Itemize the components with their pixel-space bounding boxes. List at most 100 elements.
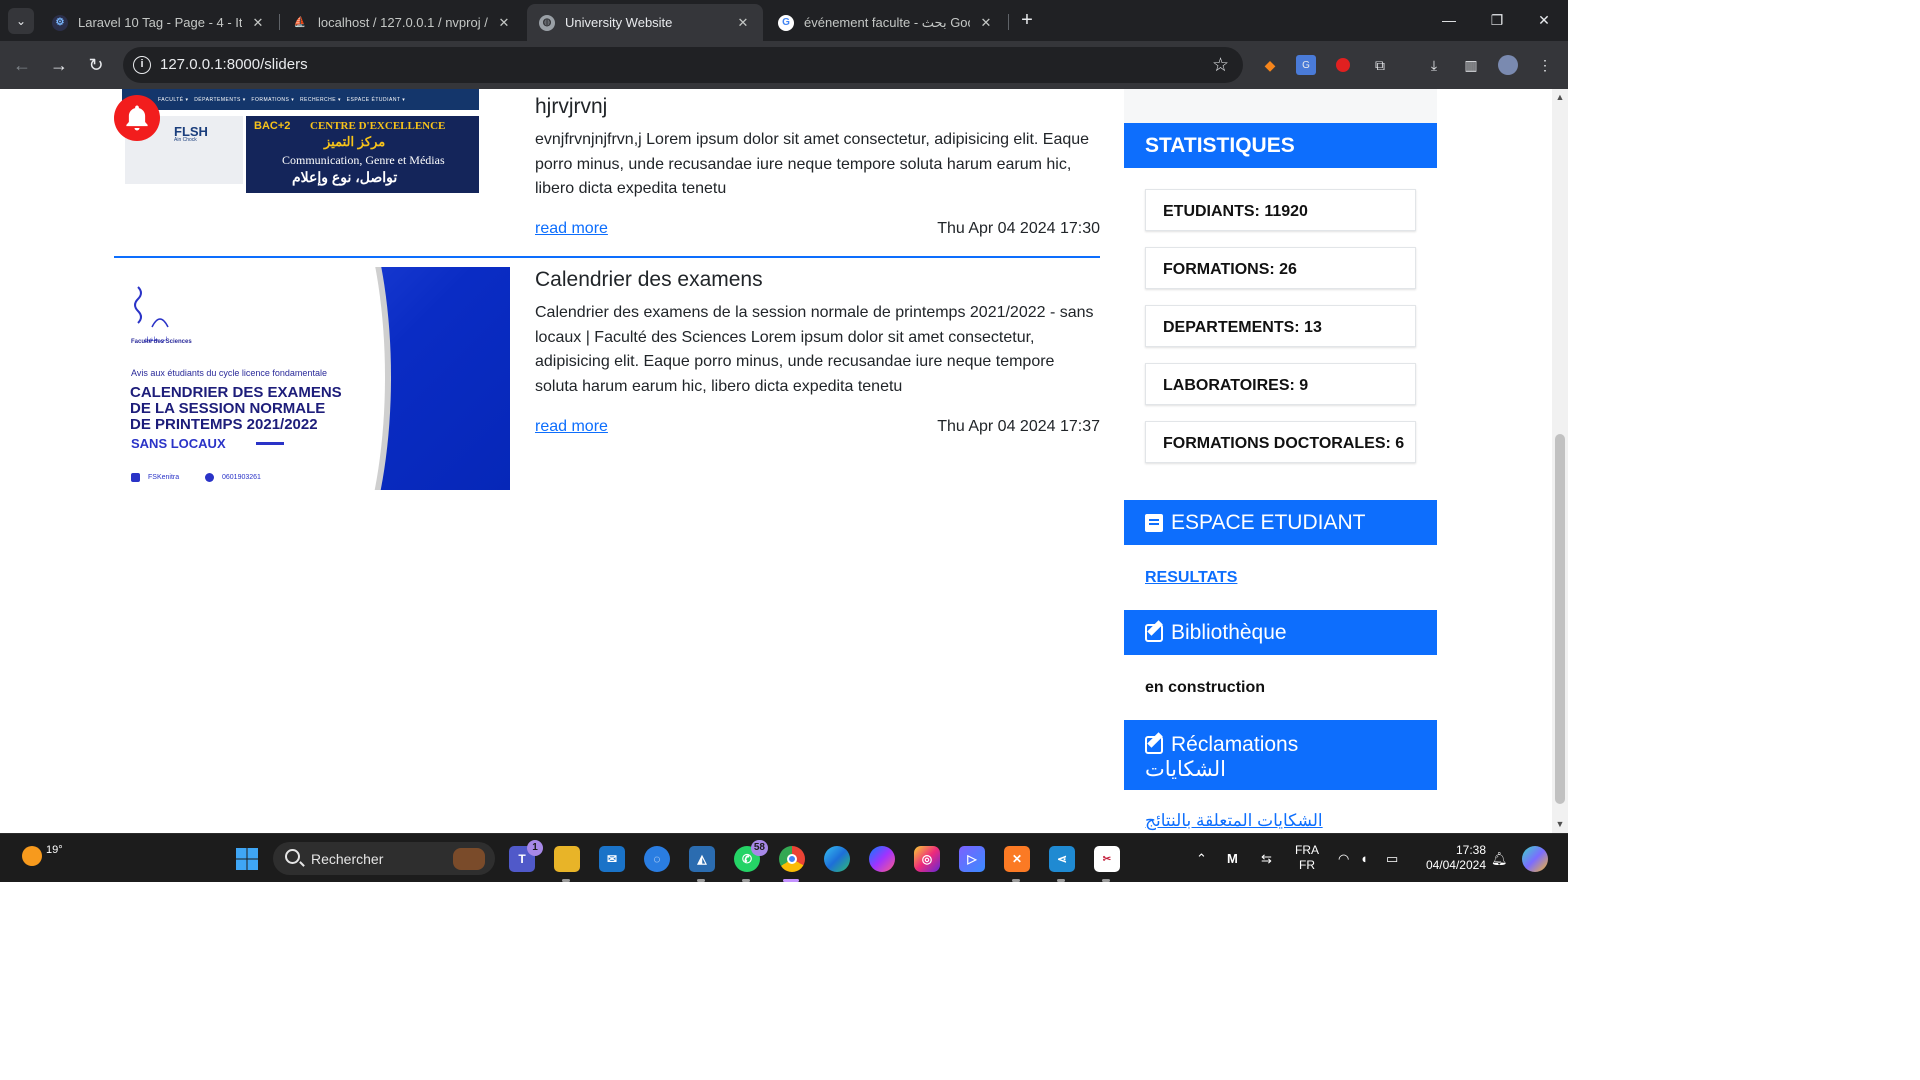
site-info-icon[interactable]: i [133,56,151,74]
browser-toolbar: ← → ↻ i 127.0.0.1:8000/sliders ☆ ◆ G ⧉ ⤓… [0,41,1568,89]
copilot-icon[interactable] [1522,846,1548,872]
chrome-icon[interactable] [779,846,805,872]
tab-title: University Website [565,15,673,30]
image-sans-locaux: SANS LOCAUX [131,436,226,451]
laravel-favicon-icon: ⚙ [52,14,68,31]
wifi-icon[interactable]: ◠ [1338,851,1349,867]
slider-date: Thu Apr 04 2024 17:37 [937,418,1100,435]
espace-etudiant-header: ESPACE ETUDIANT [1124,500,1437,545]
slider-date: Thu Apr 04 2024 17:30 [937,220,1100,237]
more-menu-icon[interactable]: ⋮ [1535,55,1555,75]
close-window-icon[interactable]: ✕ [1521,8,1567,32]
edge-icon[interactable] [824,846,850,872]
stat-laboratoires: LABORATOIRES: 9 [1145,363,1416,405]
slider-title: Calendrier des examens [535,268,763,291]
tray-settings-icon[interactable]: ⇆ [1261,851,1272,867]
profile-avatar[interactable] [1498,55,1518,75]
scroll-up-arrow-icon[interactable]: ▲ [1555,92,1565,102]
restore-icon[interactable]: ❐ [1474,8,1520,32]
globe-icon: ◍ [539,14,555,31]
book-icon [1145,513,1163,532]
whatsapp-contact: 0601903261 [205,473,261,482]
resultats-link[interactable]: RESULTATS [1145,569,1237,587]
tab-search-chevron-icon[interactable]: ⌄ [8,8,34,34]
page-scrollbar[interactable]: ▲ ▼ [1552,89,1568,833]
banner-bac: BAC+2 [254,120,291,132]
read-more-link[interactable]: read more [535,220,608,238]
banner-nav-strip: FACULTÉ ▾ DÉPARTEMENTS ▾ FORMATIONS ▾ RE… [122,89,479,110]
sidebar-top-panel [1124,89,1437,123]
tab-title: événement faculte - بحث Googl [804,14,970,30]
tab-laravel[interactable]: ⚙ Laravel 10 Tag - Page - 4 - It Sol ✕ [40,4,278,41]
reload-icon[interactable]: ↻ [84,53,108,77]
slider-item: ابن طفيل Faculté des Sciences Avis aux é… [114,267,1100,497]
url-text[interactable]: 127.0.0.1:8000/sliders [160,56,308,73]
file-explorer-icon[interactable] [554,846,580,872]
read-more-link[interactable]: read more [535,418,608,436]
close-icon[interactable]: ✕ [496,15,512,31]
stat-departements: DEPARTEMENTS: 13 [1145,305,1416,347]
start-windows-icon[interactable] [234,846,260,872]
mail-icon[interactable]: ✉ [599,846,625,872]
close-icon[interactable]: ✕ [978,15,994,31]
running-indicator [1057,879,1065,882]
minimize-icon[interactable]: — [1426,8,1472,32]
slider-image[interactable]: FACULTÉ ▾ DÉPARTEMENTS ▾ FORMATIONS ▾ RE… [114,89,480,195]
reclamations-results-link[interactable]: الشكايات المتعلقة بالنتائج [1145,811,1323,831]
banner-communication: Communication, Genre et Médias [282,153,445,167]
running-indicator-active [783,879,799,882]
snipping-tool-icon[interactable]: ✂ [1094,846,1120,872]
new-tab-plus-icon[interactable]: + [1016,9,1038,31]
tab-phpmyadmin[interactable]: ⛵ localhost / 127.0.0.1 / nvproj / e ✕ [280,4,524,41]
flsh-logo-sub: Ain Chock [174,137,197,143]
slider-image[interactable]: ابن طفيل Faculté des Sciences Avis aux é… [114,267,510,490]
statistics-title: STATISTIQUES [1145,133,1295,157]
vscode-icon[interactable]: ⋖ [1049,846,1075,872]
instagram-icon[interactable]: ◎ [914,846,940,872]
chat-icon[interactable]: ◌ [644,846,670,872]
image-heading-line: CALENDRIER DES EXAMENS [130,384,342,401]
download-icon[interactable]: ⤓ [1424,55,1444,75]
xampp-icon[interactable]: ✕ [1004,846,1030,872]
clipchamp-icon[interactable]: ▷ [959,846,985,872]
language-indicator[interactable]: FRA FR [1292,843,1322,873]
keyboard-layout: FR [1299,858,1315,872]
notification-bell-icon[interactable]: 🔔︎ [1491,851,1508,867]
photos-icon[interactable]: ◭ [689,846,715,872]
tray-app-icon[interactable]: M [1227,851,1238,866]
espace-etudiant-title: ESPACE ETUDIANT [1171,510,1366,534]
messenger-icon[interactable] [869,846,895,872]
battery-icon[interactable]: ▭ [1386,851,1398,867]
notification-bell-icon[interactable] [114,95,160,141]
tab-university-website[interactable]: ◍ University Website ✕ [527,4,763,41]
extensions-puzzle-icon[interactable]: ⧉ [1370,55,1390,75]
clock[interactable]: 17:38 04/04/2024 [1418,843,1486,873]
teams-icon[interactable]: T1 [509,840,543,872]
university-logo-icon: ابن طفيل [134,286,169,343]
side-panel-icon[interactable]: ▥ [1461,55,1481,75]
back-arrow-icon[interactable]: ← [10,53,34,77]
tab-google-search[interactable]: G événement faculte - بحث Googl ✕ [766,4,1006,41]
search-highlight-image [453,848,485,870]
whatsapp-icon[interactable]: ✆ 58 [734,840,768,872]
slider-description: Calendrier des examens de la session nor… [535,304,1094,395]
scrollbar-thumb[interactable] [1555,434,1565,804]
edit-icon [1145,736,1163,754]
taskbar-search[interactable]: Rechercher [273,842,495,875]
forward-arrow-icon[interactable]: → [47,53,71,77]
banner-arabic-title: مركز التميز [324,134,386,149]
record-icon[interactable] [1333,55,1353,75]
translate-icon[interactable]: G [1296,55,1316,75]
close-icon[interactable]: ✕ [735,15,751,31]
address-bar[interactable]: i 127.0.0.1:8000/sliders ☆ [123,47,1243,83]
bookmark-star-icon[interactable]: ☆ [1212,54,1229,77]
tab-title: localhost / 127.0.0.1 / nvproj / e [318,15,488,30]
close-icon[interactable]: ✕ [250,15,266,31]
scroll-down-arrow-icon[interactable]: ▼ [1555,819,1565,829]
metamask-icon[interactable]: ◆ [1260,55,1280,75]
weather-widget[interactable]: 19° [22,844,63,866]
volume-icon[interactable]: ◖ [1360,851,1368,866]
temperature: 19° [46,844,63,856]
tray-chevron-up-icon[interactable]: ⌃ [1196,851,1207,867]
stat-formations-doctorales: FORMATIONS DOCTORALES: 6 [1145,421,1416,463]
